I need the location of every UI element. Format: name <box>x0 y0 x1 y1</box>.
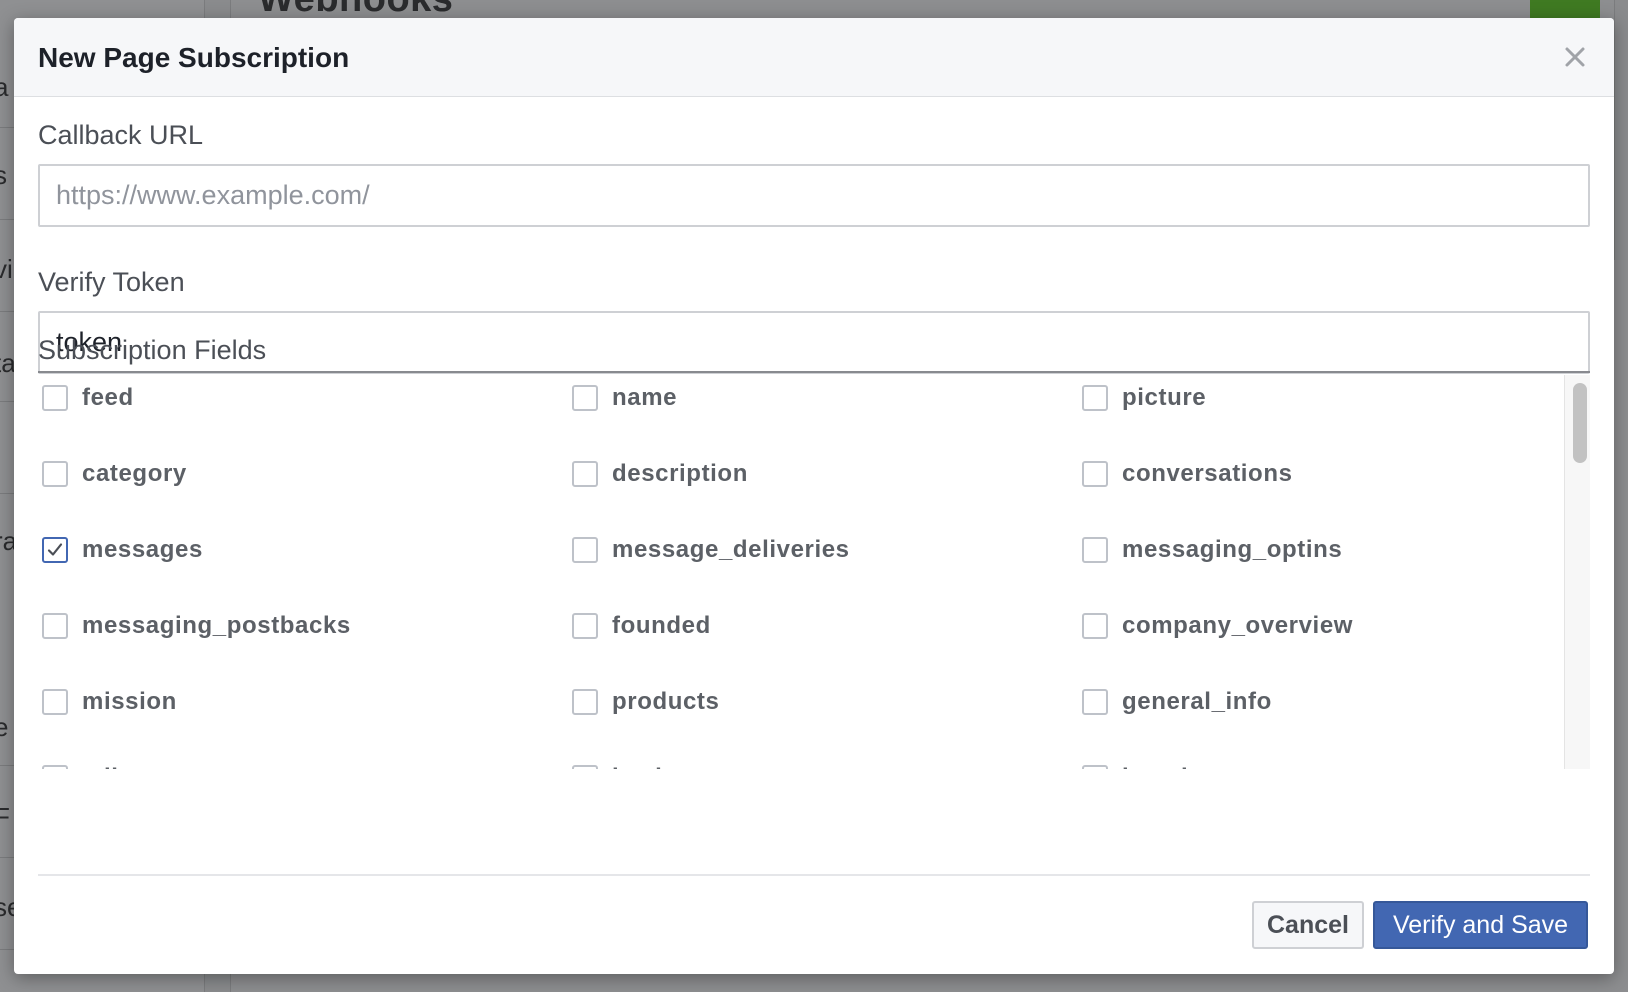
subscription-field-checkbox[interactable] <box>1082 537 1108 563</box>
scrollbar-thumb[interactable] <box>1573 383 1587 463</box>
subscription-field-row: messages message_deliveries messaging_opti… <box>42 527 1562 603</box>
subscription-field-option[interactable]: message_deliveries <box>572 535 850 565</box>
subscription-field-checkbox[interactable] <box>572 613 598 639</box>
subscription-field-label: feed <box>82 384 134 411</box>
subscription-field-option[interactable]: description <box>572 459 748 489</box>
subscription-fields-grid: feed name picture category description conver… <box>42 375 1562 769</box>
subscription-field-label: description <box>612 460 748 487</box>
subscription-field-label: messages <box>82 536 203 563</box>
background-right-strip <box>1614 0 1628 260</box>
subscription-field-checkbox[interactable] <box>1082 385 1108 411</box>
subscription-field-option[interactable]: general_info <box>1082 687 1272 717</box>
subscription-field-option[interactable]: location <box>1082 763 1219 769</box>
subscription-field-checkbox[interactable] <box>572 461 598 487</box>
subscription-field-label: conversations <box>1122 460 1293 487</box>
subscription-field-label: products <box>612 688 720 715</box>
subscription-field-label: location <box>1122 764 1219 769</box>
subscription-field-checkbox[interactable] <box>42 613 68 639</box>
subscription-field-option[interactable]: messaging_postbacks <box>42 611 351 641</box>
subscription-field-option[interactable]: category <box>42 459 187 489</box>
subscription-field-row: messaging_postbacks founded company_overvi… <box>42 603 1562 679</box>
subscription-field-option[interactable]: conversations <box>1082 459 1293 489</box>
subscription-field-checkbox[interactable] <box>1082 765 1108 769</box>
dialog-title: New Page Subscription <box>38 42 350 73</box>
subscription-field-option[interactable]: leadgen <box>572 763 707 769</box>
verify-token-input[interactable] <box>38 311 1590 374</box>
subscription-field-option[interactable]: company_overview <box>1082 611 1353 641</box>
subscription-field-label: milestone <box>82 764 199 769</box>
subscription-field-option[interactable]: picture <box>1082 383 1206 413</box>
close-icon <box>1565 47 1585 67</box>
subscription-field-row: feed name picture <box>42 375 1562 451</box>
subscription-field-checkbox[interactable] <box>572 689 598 715</box>
subscription-field-option[interactable]: messages <box>42 535 203 565</box>
subscription-field-label: name <box>612 384 678 411</box>
subscription-field-row: mission products general_info <box>42 679 1562 755</box>
verify-and-save-button[interactable]: Verify and Save <box>1373 901 1588 949</box>
subscription-field-option[interactable]: products <box>572 687 719 717</box>
subscription-field-label: company_overview <box>1122 612 1354 639</box>
subscription-field-label: founded <box>612 612 711 639</box>
subscription-fields-divider <box>38 371 1590 373</box>
subscription-field-checkbox[interactable] <box>572 385 598 411</box>
close-button[interactable] <box>1558 40 1592 74</box>
callback-url-input[interactable] <box>38 164 1590 227</box>
subscription-field-checkbox[interactable] <box>42 385 68 411</box>
subscription-field-checkbox[interactable] <box>572 765 598 769</box>
subscription-field-checkbox[interactable] <box>42 537 68 563</box>
dialog-header: New Page Subscription <box>14 18 1614 97</box>
subscription-field-checkbox[interactable] <box>572 537 598 563</box>
subscription-field-label: message_deliveries <box>612 536 850 563</box>
subscription-field-option[interactable]: feed <box>42 383 134 413</box>
subscription-field-checkbox[interactable] <box>42 461 68 487</box>
background-green-button <box>1530 0 1600 18</box>
checkmark-icon <box>47 543 63 556</box>
subscription-field-checkbox[interactable] <box>1082 613 1108 639</box>
cancel-button[interactable]: Cancel <box>1252 901 1364 949</box>
footer-divider <box>38 874 1590 876</box>
subscription-field-option[interactable]: name <box>572 383 677 413</box>
subscription-field-label: mission <box>82 688 177 715</box>
subscription-field-label: messaging_optins <box>1122 536 1343 563</box>
subscription-field-checkbox[interactable] <box>42 689 68 715</box>
subscription-field-checkbox[interactable] <box>1082 461 1108 487</box>
subscription-field-option[interactable]: mission <box>42 687 177 717</box>
subscription-field-label: general_info <box>1122 688 1272 715</box>
subscription-field-label: picture <box>1122 384 1207 411</box>
subscription-fields-list[interactable]: feed name picture category description conver… <box>38 375 1590 769</box>
subscription-field-option[interactable]: messaging_optins <box>1082 535 1342 565</box>
new-page-subscription-dialog: New Page Subscription Callback URL Verif… <box>14 18 1614 974</box>
subscription-fields-scrollbar[interactable] <box>1564 375 1590 769</box>
subscription-field-checkbox[interactable] <box>42 765 68 769</box>
subscription-field-label: category <box>82 460 187 487</box>
callback-url-label: Callback URL <box>38 120 204 150</box>
subscription-field-row: milestone leadgen location <box>42 755 1562 769</box>
subscription-field-row: category description conversations <box>42 451 1562 527</box>
verify-token-label: Verify Token <box>38 267 185 297</box>
subscription-field-option[interactable]: founded <box>572 611 711 641</box>
subscription-field-label: leadgen <box>612 764 707 769</box>
subscription-field-checkbox[interactable] <box>1082 689 1108 715</box>
subscription-fields-label: Subscription Fields <box>38 335 267 365</box>
subscription-field-option[interactable]: milestone <box>42 763 199 769</box>
subscription-field-label: messaging_postbacks <box>82 612 351 639</box>
